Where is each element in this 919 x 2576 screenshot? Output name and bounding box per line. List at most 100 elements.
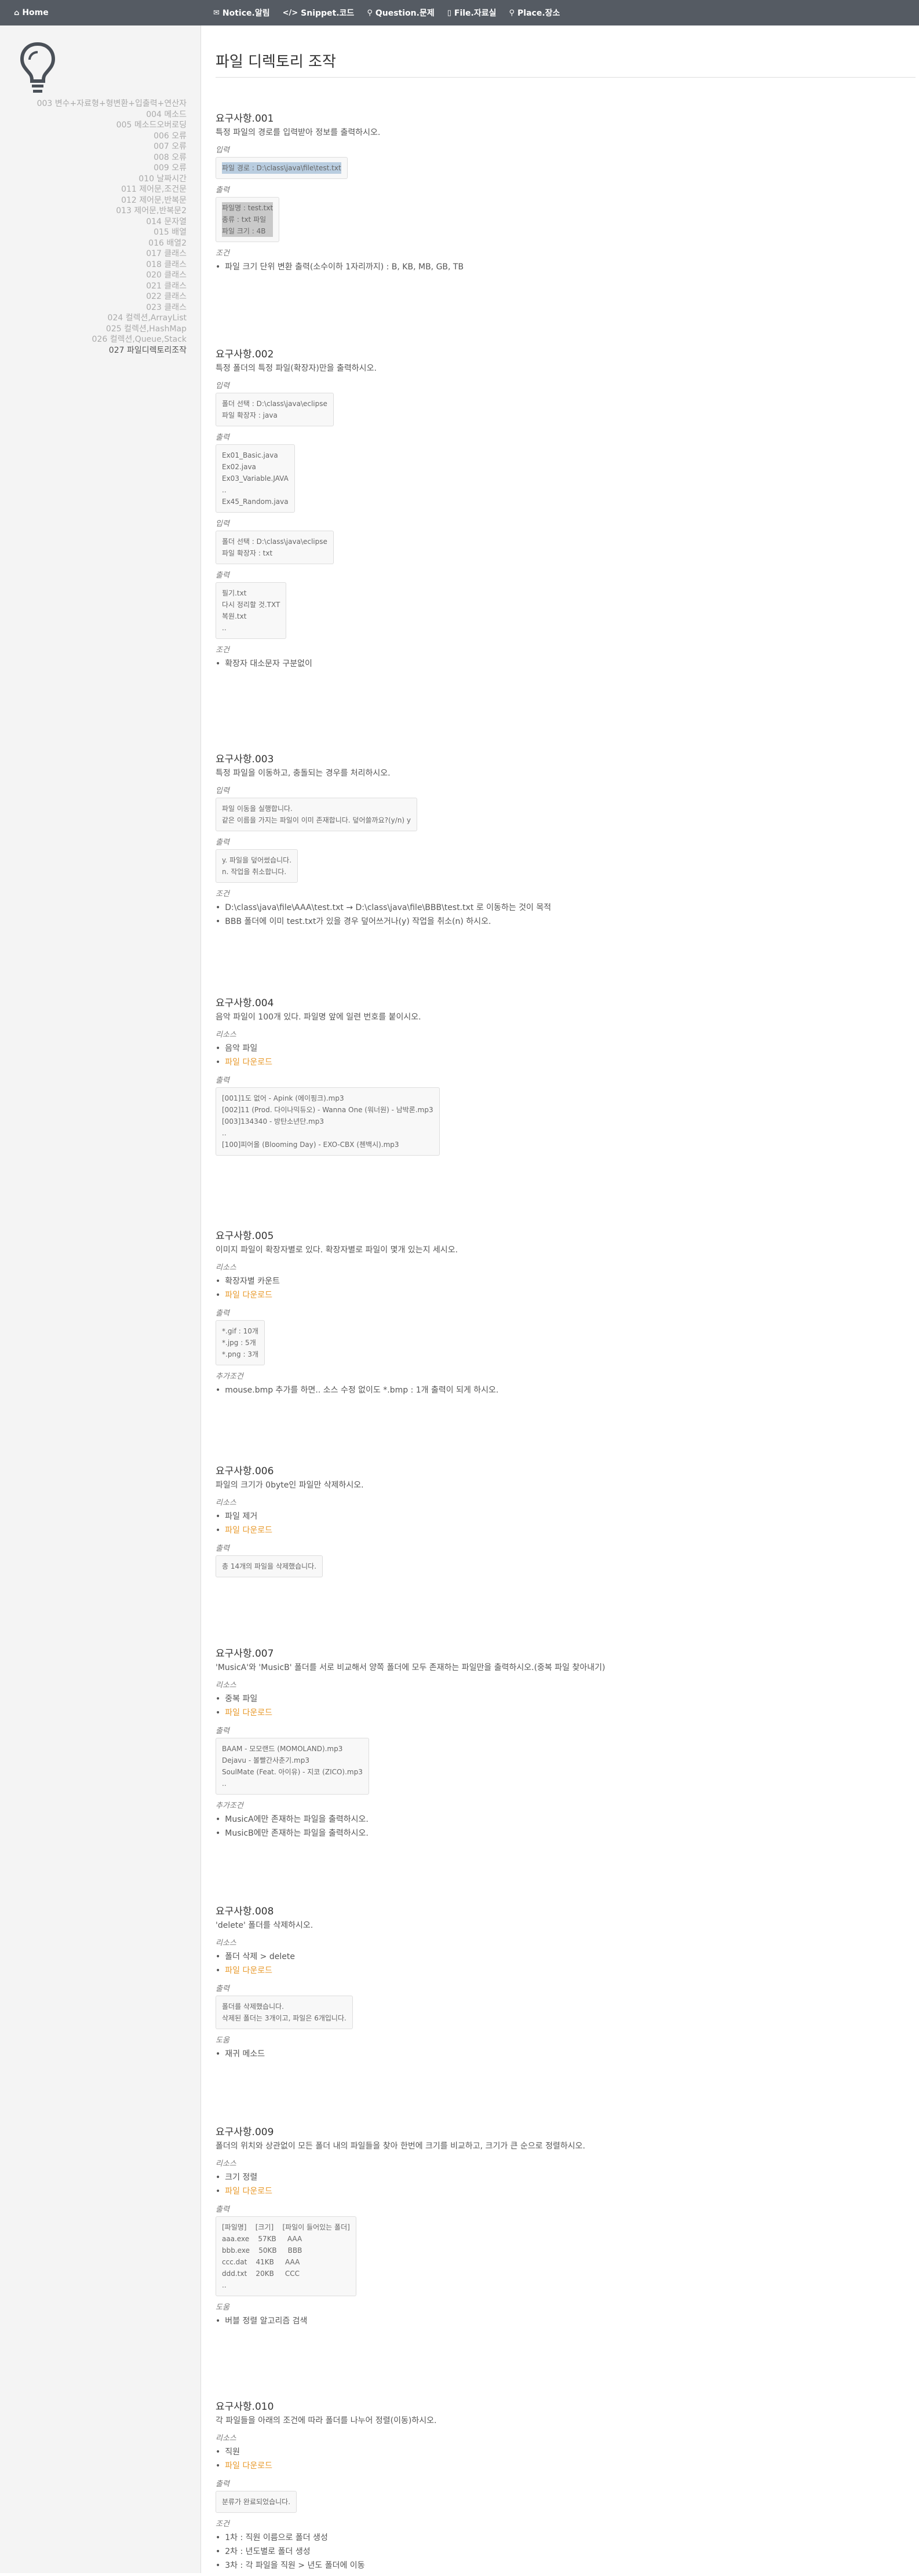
nav-file-label: File.자료실 — [454, 9, 497, 18]
sidebar-item[interactable]: 025 컬렉션,HashMap — [17, 324, 187, 335]
bullet-item: 2차 : 년도별로 폴더 생성 — [216, 2545, 899, 2559]
nav-question-link[interactable]: ⚲ Question.문제 — [367, 7, 434, 19]
section-label: 리소스 — [216, 2160, 236, 2168]
input-example-box-wrapper: 폴더 선택 : D:\class\java\eclipse 파일 확장자 : ja… — [216, 393, 899, 426]
box-line: 분류가 완료되었습니다. — [222, 2498, 291, 2506]
requirement-description: 음악 파일이 100개 있다. 파일명 앞에 일련 번호를 붙이시오. — [216, 1013, 421, 1022]
requirement-description: 특정 파일의 경로를 입력받아 정보를 출력하시오. — [216, 128, 381, 137]
download-item: 파일 다운로드 — [216, 1055, 899, 1069]
output-example-box: [파일명] [크기] [파일이 들어있는 폴더] aaa.exe 57KB AAA… — [216, 2216, 356, 2296]
file-download-link[interactable]: 파일 다운로드 — [225, 1291, 272, 1300]
sidebar-item[interactable]: 010 날짜시간 — [17, 174, 187, 185]
requirement-description: 특정 폴더의 특정 파일(확장자)만을 출력하시오. — [216, 364, 377, 373]
file-download-link[interactable]: 파일 다운로드 — [225, 1058, 272, 1067]
bullet-item: 재귀 메소드 — [216, 2047, 899, 2061]
sidebar-item[interactable]: 012 제어문,반복문 — [17, 195, 187, 206]
requirement-title: 요구사항.009 — [216, 2126, 274, 2138]
nav-snippet-label: Snippet.코드 — [301, 9, 355, 18]
file-download-link[interactable]: 파일 다운로드 — [225, 2187, 272, 2196]
output-example-box: 분류가 완료되었습니다. — [216, 2491, 297, 2513]
sidebar-item[interactable]: 026 컬렉션,Queue,Stack — [17, 334, 187, 345]
sidebar-item[interactable]: 011 제어문,조건문 — [17, 184, 187, 195]
sidebar-item[interactable]: 004 메소드 — [17, 109, 187, 120]
box-line: .. — [222, 1129, 227, 1137]
sidebar-item[interactable]: 022 클래스 — [17, 291, 187, 302]
box-line: *.png : 3개 — [222, 1350, 259, 1358]
sidebar-item[interactable]: 007 오류 — [17, 141, 187, 152]
box-line: .. — [222, 486, 227, 494]
requirement-title: 요구사항.005 — [216, 1230, 274, 1242]
nav-notice-link[interactable]: ✉ Notice.알림 — [213, 7, 270, 19]
requirement-section: 요구사항.002 특정 폴더의 특정 파일(확장자)만을 출력하시오. 입력 폴더 선… — [216, 346, 899, 674]
sidebar-item[interactable]: 014 문자열 — [17, 217, 187, 228]
output-example-box: y. 파일을 덮어썼습니다. n. 작업을 취소합니다. — [216, 849, 298, 883]
sidebar-item[interactable]: 020 클래스 — [17, 270, 187, 281]
sidebar-item[interactable]: 027 파일디렉토리조작 — [17, 345, 187, 356]
requirement-description: 'delete' 폴더를 삭제하시오. — [216, 1921, 313, 1930]
section-label: 입력 — [216, 382, 229, 390]
resource-item: 직원 — [216, 2445, 899, 2459]
nav-home-link[interactable]: ⌂ Home — [14, 8, 49, 17]
section-label: 리소스 — [216, 1263, 236, 1272]
sidebar-item[interactable]: 003 변수+자료형+형변환+입출력+연산자 — [17, 98, 187, 109]
map-marker-icon: ⚲ — [367, 8, 373, 17]
sidebar-item[interactable]: 008 오류 — [17, 152, 187, 163]
sidebar-item[interactable]: 009 오류 — [17, 163, 187, 174]
box-line: BAAM - 모모랜드 (MOMOLAND).mp3 — [222, 1745, 343, 1753]
section-label: 입력 — [216, 520, 229, 528]
file-download-link[interactable]: 파일 다운로드 — [225, 1526, 272, 1535]
box-line: 파일 경로 : D:\class\java\file\test.txt — [222, 162, 341, 174]
box-line: Dejavu - 볼빨간사춘기.mp3 — [222, 1756, 309, 1764]
input-example-box-wrapper: 폴더 선택 : D:\class\java\eclipse 파일 확장자 : tx… — [216, 531, 899, 564]
sidebar-item[interactable]: 018 클래스 — [17, 260, 187, 271]
input-example-box: 파일 이동을 실행합니다. 같은 이름을 가지는 파일이 이미 존재합니다. 덮어… — [216, 798, 418, 831]
sidebar-item[interactable]: 017 클래스 — [17, 249, 187, 260]
nav-file-link[interactable]: ▯ File.자료실 — [447, 7, 497, 19]
lightbulb-icon — [20, 42, 56, 93]
requirement-section: 요구사항.010 각 파일들을 아래의 조건에 따라 폴더를 나누어 정렬(이동)… — [216, 2398, 899, 2576]
box-line: n. 작업을 취소합니다. — [222, 868, 287, 876]
sidebar-item[interactable]: 015 배열 — [17, 227, 187, 238]
bullet-item: D:\class\java\file\AAA\test.txt → D:\cla… — [216, 901, 899, 915]
bullet-item: 확장자 대소문자 구분없이 — [216, 657, 899, 671]
resource-list: 직원파일 다운로드 — [216, 2445, 899, 2473]
condition-list: 파일 크기 단위 변환 출력(소수이하 1자리까지) : B, KB, MB, … — [216, 260, 899, 274]
sidebar-item[interactable]: 021 클래스 — [17, 281, 187, 292]
sidebar-item[interactable]: 024 컬렉션,ArrayList — [17, 313, 187, 324]
input-example-box: 폴더 선택 : D:\class\java\eclipse 파일 확장자 : ja… — [216, 393, 334, 426]
box-line: Ex02.java — [222, 463, 256, 471]
box-line: [001]1도 없어 - Apink (에이핑크).mp3 — [222, 1094, 344, 1102]
resource-list: 폴더 삭제 > delete 파일 다운로드 — [216, 1950, 899, 1978]
requirement-section: 요구사항.006 파일의 크기가 0byte인 파일만 삭제하시오. 리소스파일 제… — [216, 1463, 899, 1577]
bullet-item: 3차 : 각 파일을 직원 > 년도 폴더에 이동 — [216, 2559, 899, 2573]
file-download-link[interactable]: 파일 다운로드 — [225, 1708, 272, 1718]
nav-links: ✉ Notice.알림 </> Snippet.코드 ⚲ Question.문제… — [213, 7, 560, 19]
sidebar-item[interactable]: 005 메소드오버로딩 — [17, 120, 187, 131]
output-example-box: Ex01_Basic.java Ex02.java Ex03_Variable.JA… — [216, 444, 295, 513]
sidebar-item[interactable]: 023 클래스 — [17, 302, 187, 313]
bullet-item: MusicB에만 존재하는 파일을 출력하시오. — [216, 1826, 899, 1840]
sidebar-item[interactable]: 013 제어문,반복문2 — [17, 206, 187, 217]
nav-place-link[interactable]: ⚲ Place.장소 — [509, 7, 560, 19]
requirement-description: 이미지 파일이 확장자별로 있다. 확장자별로 파일이 몇개 있는지 세시오. — [216, 1245, 458, 1255]
output-example-box: 필기.txt 다시 정리할 것.TXT 복원.txt.. — [216, 582, 287, 639]
requirement-section: 요구사항.004 음악 파일이 100개 있다. 파일명 앞에 일련 번호를 붙이… — [216, 995, 899, 1156]
sidebar: 003 변수+자료형+형변환+입출력+연산자 004 메소드 005 메소드오버로딩… — [0, 25, 201, 2573]
output-example-box: *.gif : 10개 *.jpg : 5개 *.png : 3개 — [216, 1320, 265, 1365]
resource-item: 확장자별 카운트 — [216, 1274, 899, 1288]
section-label: 출력 — [216, 2480, 229, 2489]
sidebar-item[interactable]: 016 배열2 — [17, 238, 187, 249]
file-download-link[interactable]: 파일 다운로드 — [225, 2461, 272, 2471]
resource-item: 파일 제거 — [216, 1510, 899, 1523]
output-example-box-wrapper: y. 파일을 덮어썼습니다. n. 작업을 취소합니다. — [216, 849, 899, 883]
nav-snippet-link[interactable]: </> Snippet.코드 — [283, 7, 355, 19]
box-line: 총 14개의 파일을 삭제했습니다. — [222, 1562, 317, 1570]
file-download-link[interactable]: 파일 다운로드 — [225, 1966, 272, 1975]
section-label: 출력 — [216, 571, 229, 580]
sidebar-item[interactable]: 006 오류 — [17, 131, 187, 142]
box-line: SoulMate (Feat. 아이유) - 지코 (ZICO).mp3 — [222, 1768, 363, 1776]
extra-condition-list: mouse.bmp 추가를 하면.. 소스 수정 없이도 *.bmp : 1개 … — [216, 1383, 899, 1397]
box-line: [파일명] [크기] [파일이 들어있는 폴더] — [222, 2223, 350, 2231]
requirement-title: 요구사항.006 — [216, 1466, 274, 1477]
condition-list: 확장자 대소문자 구분없이 — [216, 657, 899, 671]
